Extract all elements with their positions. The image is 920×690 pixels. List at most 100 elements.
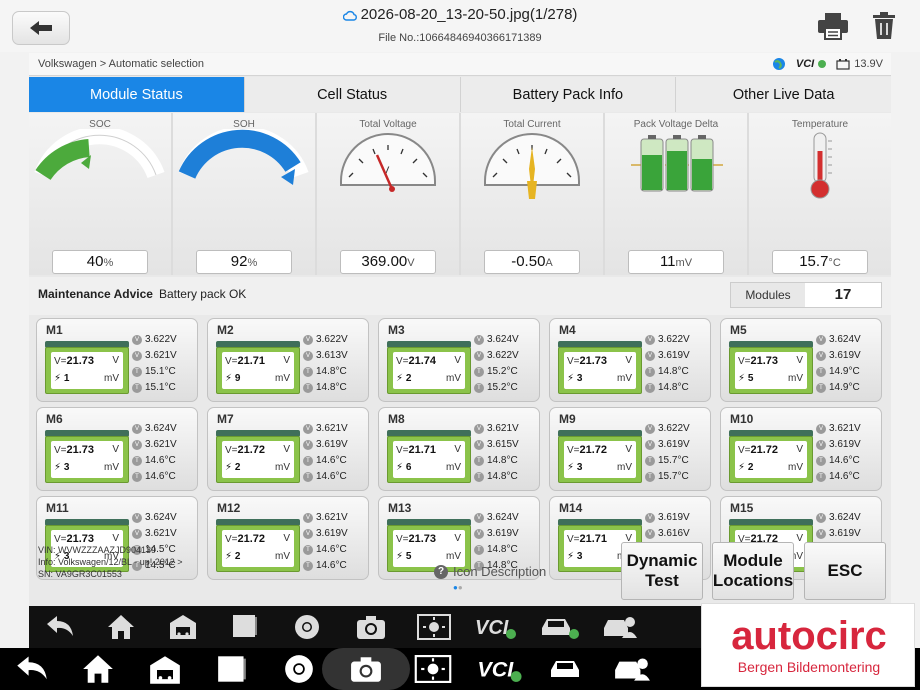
status-indicators: VCI 13.9V xyxy=(772,53,883,75)
voltage-max-icon: V xyxy=(303,512,313,523)
module-card[interactable]: M2 V=21.71 V ⚡ 9 mV V 3.622V V 3.613V T 14.8°C T 14.… xyxy=(207,318,369,402)
pack-voltage-delta-value: 11 xyxy=(659,253,676,270)
trash-icon[interactable] xyxy=(872,12,896,40)
back-icon[interactable] xyxy=(45,614,75,640)
module-card[interactable]: M3 V=21.74 V ⚡ 2 mV V 3.624V V 3.622V T 15.2°C T 15.… xyxy=(378,318,540,402)
module-voltage: V=21.73 xyxy=(54,444,94,456)
delta-unit: mV xyxy=(788,373,803,384)
module-card[interactable]: M5 V=21.73 V ⚡ 5 mV V 3.624V V 3.619V T 14.9°C T 14.… xyxy=(720,318,882,402)
module-card[interactable]: M7 V=21.72 V ⚡ 2 mV V 3.621V V 3.619V T 14.6°C T 14.… xyxy=(207,407,369,491)
total-voltage-value: 369.00 xyxy=(361,253,408,270)
footer-bar: VIN: WVWZZZAAZJD904139 Info: Volkswagen/… xyxy=(29,538,891,606)
cell-min-voltage: V 3.619V xyxy=(645,350,690,361)
cell-max-voltage: V 3.624V xyxy=(816,512,861,523)
voltage-prefix: V= xyxy=(738,445,751,456)
tab-cell-status[interactable]: Cell Status xyxy=(244,77,461,112)
dynamic-test-button[interactable]: Dynamic Test xyxy=(621,542,703,600)
temp-max-icon: T xyxy=(645,455,655,466)
icon-description-link[interactable]: ? Icon Description xyxy=(434,564,546,579)
main-panel: Volkswagen > Automatic selection VCI 13.… xyxy=(29,53,891,606)
cell-max-voltage-value: 3.619V xyxy=(658,512,690,523)
soc-unit: % xyxy=(103,257,114,269)
module-delta-value: 2 xyxy=(234,462,241,473)
soc-value: 40 xyxy=(86,253,104,270)
module-card[interactable]: M1 V=21.73 V ⚡ 1 mV V 3.622V V 3.621V T 15.1°C T 15.… xyxy=(36,318,198,402)
system-vci-icon[interactable]: VCI xyxy=(476,655,524,683)
module-readout: V=21.71 V ⚡ 9 mV xyxy=(222,352,294,389)
module-voltage-value: 21.73 xyxy=(579,355,608,367)
system-window-icon[interactable] xyxy=(217,655,247,683)
temp-min-value: 14.8°C xyxy=(316,382,347,393)
logo-brand: autocirc xyxy=(731,614,887,658)
voltage-min-icon: V xyxy=(474,528,484,539)
system-car-icon[interactable] xyxy=(548,655,582,683)
home-icon[interactable] xyxy=(107,613,135,641)
temp-max-icon: T xyxy=(303,366,313,377)
temp-min-value: 15.7°C xyxy=(658,471,689,482)
temperature-unit: °C xyxy=(828,257,841,269)
temp-max-value: 15.2°C xyxy=(487,366,518,377)
temp-min-icon: T xyxy=(132,382,142,393)
car-connected-icon[interactable] xyxy=(539,614,579,640)
cell-min-voltage: V 3.621V xyxy=(132,350,177,361)
system-back-icon[interactable] xyxy=(15,654,49,684)
voltage-max-icon: V xyxy=(132,334,142,345)
cell-max-voltage: V 3.621V xyxy=(474,423,519,434)
voltage-max-icon: V xyxy=(816,334,826,345)
total-current-value-box: -0.50A xyxy=(484,250,580,274)
system-chrome-icon[interactable] xyxy=(284,654,314,684)
icon-description-text: Icon Description xyxy=(453,564,547,579)
tab-module-status[interactable]: Module Status xyxy=(29,77,245,112)
module-readout: V=21.74 V ⚡ 2 mV xyxy=(393,352,465,389)
module-voltage: V=21.73 xyxy=(738,355,778,367)
camera-icon[interactable] xyxy=(356,614,386,640)
temperature-value: 15.7 xyxy=(799,253,829,270)
garage-icon[interactable] xyxy=(169,614,197,640)
cell-max-voltage: V 3.619V xyxy=(645,512,690,523)
cell-max-voltage-value: 3.624V xyxy=(487,512,519,523)
battery-body: V=21.71 V ⚡ 6 mV xyxy=(387,436,471,483)
module-card[interactable]: M4 V=21.73 V ⚡ 3 mV V 3.622V V 3.619V T 14.8°C T 14.… xyxy=(549,318,711,402)
delta-unit: mV xyxy=(104,373,119,384)
window-icon[interactable] xyxy=(232,614,258,638)
lightning-icon: ⚡ xyxy=(396,462,404,473)
module-card[interactable]: M9 V=21.72 V ⚡ 3 mV V 3.622V V 3.619V T 15.7°C T 15.… xyxy=(549,407,711,491)
module-name: M11 xyxy=(46,501,69,515)
module-delta-value: 3 xyxy=(63,462,70,473)
voltage-max-icon: V xyxy=(132,512,142,523)
system-camera-button[interactable] xyxy=(322,648,410,690)
module-card[interactable]: M8 V=21.71 V ⚡ 6 mV V 3.621V V 3.615V T 14.8°C T 14.… xyxy=(378,407,540,491)
module-delta: ⚡ 9 xyxy=(225,373,240,384)
voltage-prefix: V= xyxy=(225,445,238,456)
esc-button[interactable]: ESC xyxy=(804,542,886,600)
tab-battery-pack-info[interactable]: Battery Pack Info xyxy=(460,77,677,112)
voltage-prefix: V= xyxy=(567,445,580,456)
module-voltage: V=21.73 xyxy=(54,355,94,367)
vci-icon[interactable]: VCI xyxy=(474,614,518,640)
system-garage-icon[interactable] xyxy=(149,655,181,685)
module-card[interactable]: M10 V=21.72 V ⚡ 2 mV V 3.621V V 3.619V T 14.6°C T 14… xyxy=(720,407,882,491)
soc-value-box: 40% xyxy=(52,250,148,274)
autocirc-logo: autocirc Bergen Bildemontering xyxy=(701,603,915,687)
module-card[interactable]: M6 V=21.73 V ⚡ 3 mV V 3.624V V 3.621V T 14.6°C T 14.… xyxy=(36,407,198,491)
module-locations-button[interactable]: Module Locations xyxy=(712,542,794,600)
lightning-icon: ⚡ xyxy=(54,373,62,384)
vehicle-info: VIN: WVWZZZAAZJD904139 Info: Volkswagen/… xyxy=(38,544,183,580)
chrome-icon[interactable] xyxy=(294,614,320,640)
tab-other-live-data[interactable]: Other Live Data xyxy=(676,77,891,112)
technician-car-icon[interactable] xyxy=(602,614,638,640)
brightness-icon[interactable] xyxy=(417,614,451,640)
system-brightness-icon[interactable] xyxy=(414,655,452,683)
cell-max-voltage: V 3.624V xyxy=(816,334,861,345)
temp-max-icon: T xyxy=(816,366,826,377)
module-name: M15 xyxy=(730,501,754,515)
cell-min-voltage-value: 3.621V xyxy=(145,439,177,450)
print-icon[interactable] xyxy=(817,12,849,40)
cell-min-voltage-value: 3.613V xyxy=(316,350,348,361)
svg-text:VCI: VCI xyxy=(475,617,509,639)
system-home-icon[interactable] xyxy=(82,653,114,685)
temp-min-value: 15.1°C xyxy=(145,382,176,393)
temp-max: T 14.8°C xyxy=(645,366,689,377)
module-voltage-value: 21.72 xyxy=(579,444,608,456)
system-technician-car-icon[interactable] xyxy=(613,655,651,683)
